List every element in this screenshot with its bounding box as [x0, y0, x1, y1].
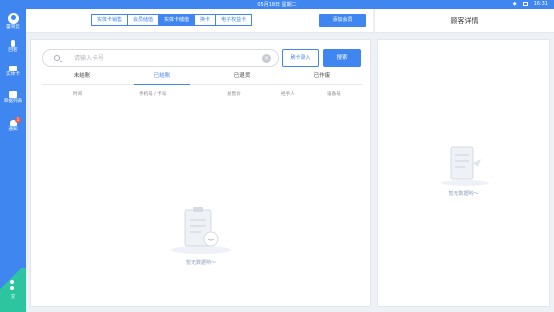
column-header-handler: 经手人: [281, 92, 295, 97]
status-tabs: 未结账 已结账 已退货 已作废: [42, 71, 362, 85]
top-bar: 实体卡销售 会员储值 实体卡储值 换卡 电子权益卡 添加会员: [26, 9, 373, 33]
column-header-total: 总售价: [227, 92, 241, 97]
list-icon: [9, 91, 17, 98]
search-icon: [54, 55, 60, 61]
sidebar-item-label: 通知: [8, 127, 18, 132]
status-icons: ◆ 16:31: [513, 1, 548, 7]
search-box: ×: [42, 49, 279, 67]
handover-label: 交: [10, 295, 16, 300]
empty-state: 暂无数据哟～: [163, 204, 231, 266]
card-swipe-button[interactable]: 刷卡录入: [282, 49, 319, 67]
people-icon: [11, 40, 15, 47]
empty-clipboard-icon: [171, 207, 231, 254]
clock-text: 16:31: [533, 1, 548, 7]
tab-change-card[interactable]: 换卡: [194, 14, 217, 26]
customer-detail-title: 顾客详情: [450, 17, 479, 25]
tab-unsettled[interactable]: 未结账: [42, 71, 122, 84]
sidebar-item-label: 蕾哥云: [6, 25, 20, 30]
sidebar: 蕾哥云 回客 实体卡 单据列表 1 通知 交: [0, 9, 26, 312]
table-header: 时间 手机号 / 卡号 总售价 经手人 设备号: [42, 91, 362, 101]
column-header-device: 设备号: [327, 92, 341, 97]
tab-card-recharge[interactable]: 实体卡储值: [158, 14, 196, 26]
handover-button[interactable]: 交: [0, 268, 26, 312]
tab-settled[interactable]: 已结账: [122, 71, 202, 85]
orders-panel: × 刷卡录入 搜索 未结账 已结账 已退货 已作废 时间 手机号 / 卡号 总售…: [30, 39, 371, 307]
handover-icon: [10, 280, 15, 292]
avatar-icon: [7, 13, 19, 24]
tab-member-recharge[interactable]: 会员储值: [127, 14, 160, 26]
tab-returned[interactable]: 已退货: [202, 71, 282, 84]
battery-icon: [522, 2, 528, 6]
clear-icon[interactable]: ×: [262, 54, 271, 63]
tab-voided[interactable]: 已作废: [282, 71, 362, 84]
sidebar-item-customers[interactable]: 回客: [0, 40, 26, 53]
sidebar-item-label: 回客: [8, 48, 18, 53]
tab-card-sales[interactable]: 实体卡销售: [91, 14, 129, 26]
sidebar-item-profile[interactable]: 蕾哥云: [0, 13, 26, 30]
customer-detail-panel: 暂无数据哟～: [377, 39, 550, 307]
sidebar-item-label: 实体卡: [6, 72, 20, 77]
mode-tabs: 实体卡销售 会员储值 实体卡储值 换卡 电子权益卡: [91, 14, 253, 26]
sidebar-item-notifications[interactable]: 1 通知: [0, 117, 26, 132]
customer-detail-header: 顾客详情: [374, 9, 554, 33]
column-header-time: 时间: [73, 92, 83, 97]
search-button[interactable]: 搜索: [323, 49, 361, 67]
empty-state-text: 暂无数据哟～: [185, 260, 216, 266]
date-text: 05月18日 星期二: [257, 2, 297, 8]
tab-e-benefit-card[interactable]: 电子权益卡: [215, 14, 253, 26]
wifi-icon: ◆: [512, 1, 517, 7]
card-number-input[interactable]: [74, 53, 254, 64]
empty-document-icon: [441, 146, 489, 186]
column-header-phone-card: 手机号 / 卡号: [139, 92, 167, 97]
status-bar: 05月18日 星期二 ◆ 16:31: [0, 0, 554, 9]
empty-state-text: 暂无数据哟～: [448, 191, 479, 197]
sidebar-item-orders[interactable]: 单据列表: [0, 91, 26, 104]
add-member-button[interactable]: 添加会员: [319, 14, 366, 27]
sidebar-item-label: 单据列表: [3, 99, 23, 104]
notification-badge: 1: [15, 117, 21, 123]
card-icon: [9, 66, 17, 71]
sidebar-item-physical-card[interactable]: 实体卡: [0, 66, 26, 77]
